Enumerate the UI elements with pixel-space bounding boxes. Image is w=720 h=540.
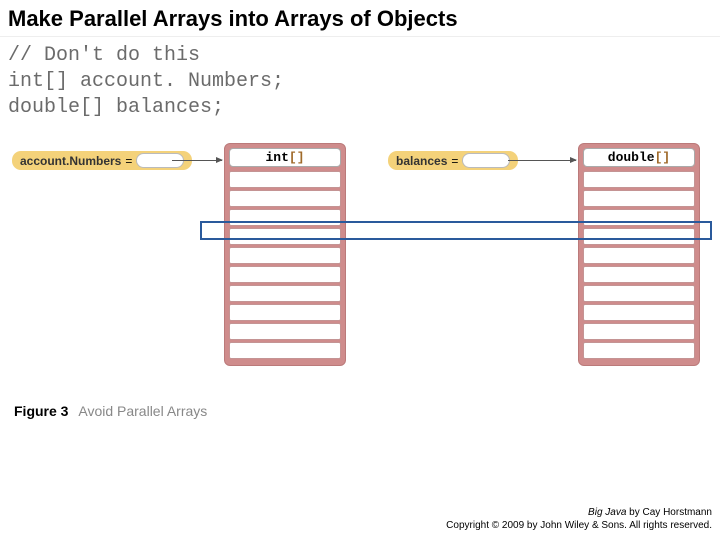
footer: Big Java by Cay Horstmann Copyright © 20… bbox=[446, 507, 712, 532]
type-brackets: [] bbox=[289, 150, 305, 165]
variable-label-account-numbers: account.Numbers = bbox=[12, 151, 192, 170]
diagram: account.Numbers = int[] balances = doubl… bbox=[0, 139, 720, 399]
code-line: double[] balances; bbox=[8, 95, 712, 121]
type-base: double bbox=[608, 150, 655, 165]
array-cell bbox=[583, 266, 695, 283]
array-cell bbox=[229, 266, 341, 283]
array-cell bbox=[583, 285, 695, 302]
type-brackets: [] bbox=[655, 150, 671, 165]
array-cell bbox=[229, 247, 341, 264]
array-type-label: double[] bbox=[583, 148, 695, 167]
code-line: int[] account. Numbers; bbox=[8, 69, 712, 95]
array-type-label: int[] bbox=[229, 148, 341, 167]
array-cell bbox=[229, 304, 341, 321]
arrow-icon bbox=[508, 160, 576, 161]
array-cell bbox=[229, 190, 341, 207]
book-title: Big Java bbox=[588, 507, 626, 518]
array-cell bbox=[229, 285, 341, 302]
array-cell bbox=[229, 342, 341, 359]
type-base: int bbox=[265, 150, 288, 165]
figure-number: Figure 3 bbox=[14, 403, 68, 419]
code-line: // Don't do this bbox=[8, 43, 712, 69]
figure-caption: Figure 3 Avoid Parallel Arrays bbox=[0, 403, 720, 419]
author: by Cay Horstmann bbox=[626, 507, 712, 518]
array-double: double[] bbox=[578, 143, 700, 366]
footer-line: Big Java by Cay Horstmann bbox=[446, 507, 712, 520]
array-cell bbox=[583, 171, 695, 188]
equals-sign: = bbox=[125, 154, 132, 168]
code-block: // Don't do this int[] account. Numbers;… bbox=[0, 37, 720, 129]
arrow-icon bbox=[172, 160, 222, 161]
reference-slot bbox=[462, 153, 510, 168]
variable-name: account.Numbers bbox=[20, 154, 121, 168]
array-cell bbox=[583, 323, 695, 340]
slide-title: Make Parallel Arrays into Arrays of Obje… bbox=[0, 0, 720, 37]
array-cell bbox=[583, 304, 695, 321]
array-cell bbox=[229, 323, 341, 340]
array-cell bbox=[583, 247, 695, 264]
array-cell bbox=[229, 171, 341, 188]
highlight-row bbox=[200, 221, 712, 240]
figure-caption-text: Avoid Parallel Arrays bbox=[78, 403, 207, 419]
array-cell bbox=[583, 190, 695, 207]
array-int: int[] bbox=[224, 143, 346, 366]
footer-line: Copyright © 2009 by John Wiley & Sons. A… bbox=[446, 520, 712, 533]
array-cell bbox=[583, 342, 695, 359]
equals-sign: = bbox=[451, 154, 458, 168]
variable-label-balances: balances = bbox=[388, 151, 518, 170]
variable-name: balances bbox=[396, 154, 447, 168]
